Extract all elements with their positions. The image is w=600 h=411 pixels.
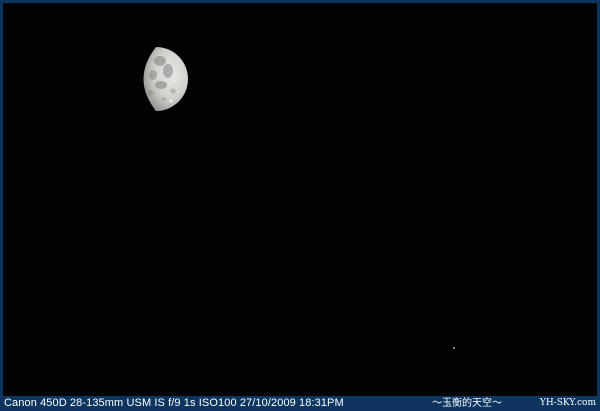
moon-and-star-illustration xyxy=(143,47,455,349)
site-watermark: YH-SKY.com xyxy=(539,398,596,408)
star xyxy=(453,347,455,349)
exif-caption: Canon 450D 28-135mm USM IS f/9 1s ISO100… xyxy=(4,397,344,409)
moon xyxy=(143,47,188,111)
night-sky-photo xyxy=(3,3,597,396)
photo-frame: Canon 450D 28-135mm USM IS f/9 1s ISO100… xyxy=(0,0,600,411)
photographer-signature: ～玉衡的天空～ xyxy=(432,398,502,409)
caption-bar: Canon 450D 28-135mm USM IS f/9 1s ISO100… xyxy=(0,396,600,411)
